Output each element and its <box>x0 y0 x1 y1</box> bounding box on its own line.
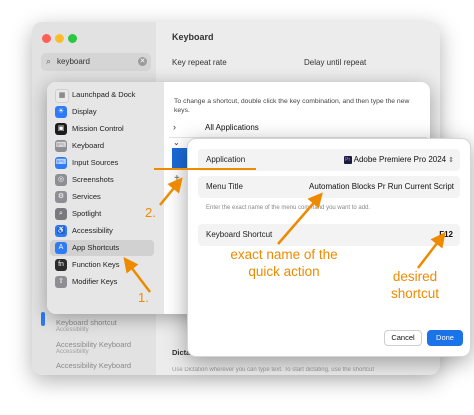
annotation-arrows <box>123 177 446 293</box>
menu-title-arrow <box>277 192 323 245</box>
shortcut-arrow <box>417 232 446 269</box>
annotation-desired-shortcut: desired shortcut <box>390 269 440 301</box>
annotation-step-2: 2. <box>145 205 156 220</box>
annotation-exact-name: exact name of the quick action <box>230 247 338 279</box>
step1-arrow <box>123 257 151 293</box>
annotation-step-1: 1. <box>138 290 149 305</box>
step2-arrow <box>159 177 183 206</box>
